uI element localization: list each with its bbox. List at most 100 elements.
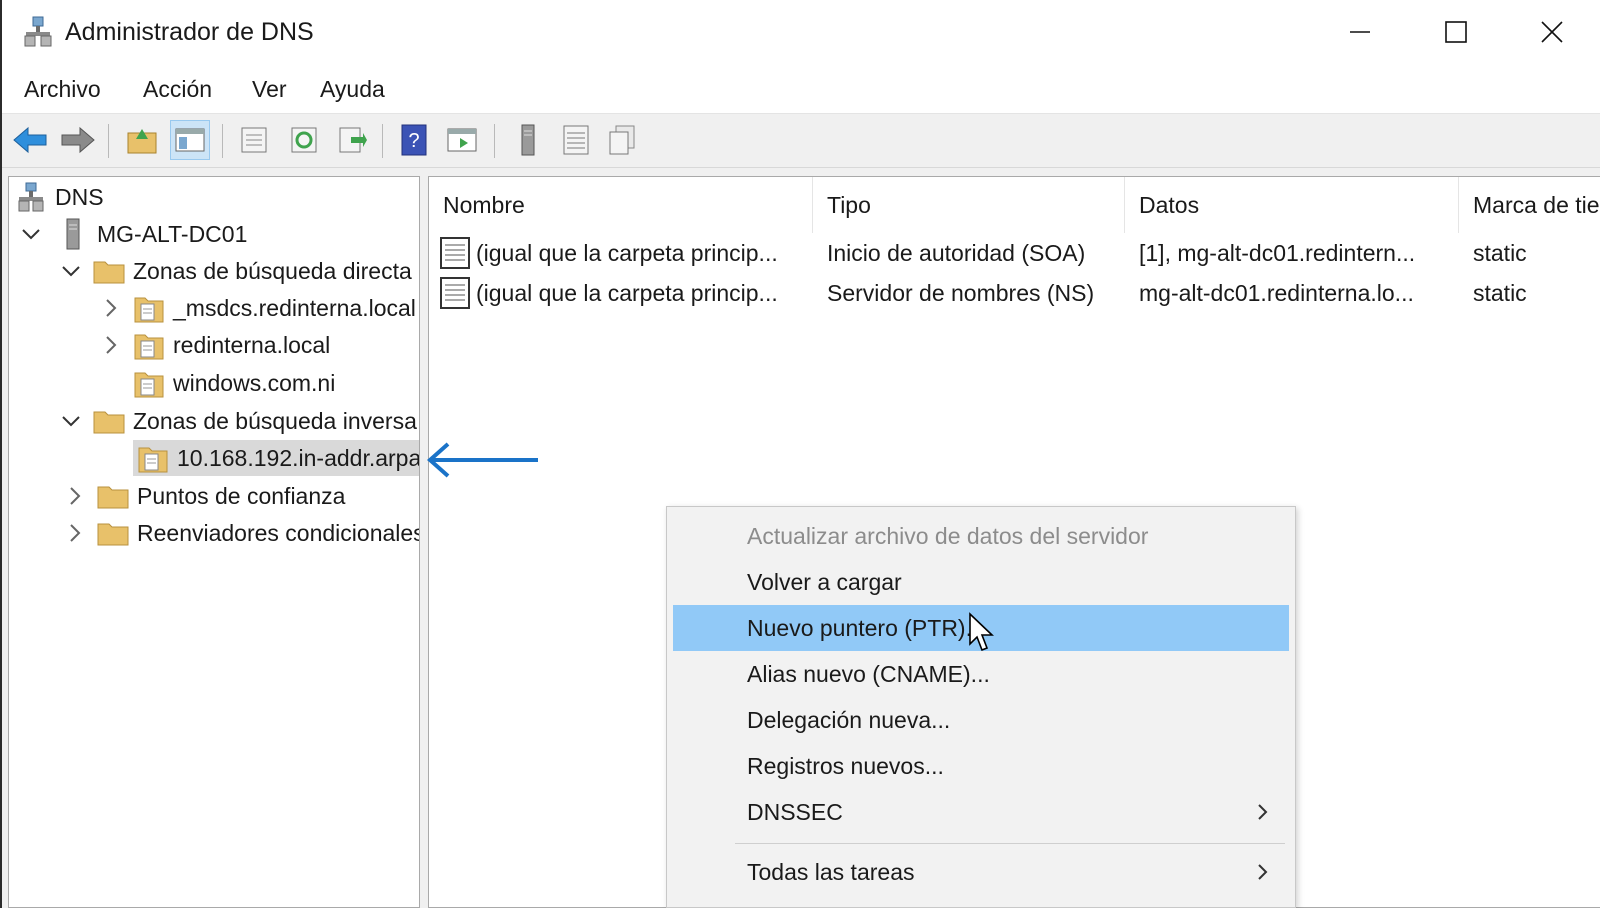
window-title: Administrador de DNS	[65, 18, 314, 46]
tree-item-label: _msdcs.redinterna.local	[173, 294, 416, 321]
tree-item-zone-redinterna[interactable]: redinterna.local	[99, 327, 330, 363]
console-tree: DNS MG-ALT-DC01 Zonas de búsqueda direct…	[8, 176, 420, 908]
toolbar-separator	[382, 124, 383, 158]
menu-item-reload[interactable]: Volver a cargar	[673, 559, 1289, 605]
show-hide-console-tree-button[interactable]	[170, 120, 210, 160]
toolbar-separator	[108, 124, 109, 158]
chevron-right-icon	[1258, 864, 1268, 880]
server-button[interactable]	[508, 120, 548, 160]
back-arrow-icon	[13, 126, 47, 154]
menu-item-label: Volver a cargar	[747, 568, 902, 595]
table-row[interactable]: (igual que la carpeta princip... Inicio …	[429, 233, 1600, 273]
cell-marca: static	[1473, 279, 1527, 306]
tree-item-zone-msdcs[interactable]: _msdcs.redinterna.local	[99, 290, 416, 326]
cell-tipo: Servidor de nombres (NS)	[827, 279, 1095, 306]
menu-accion[interactable]: Acción	[143, 76, 212, 103]
zone-file-icon	[133, 367, 165, 399]
column-header-tipo[interactable]: Tipo	[813, 177, 1125, 233]
menu-item-label: Actualizar archivo de datos del servidor	[747, 522, 1149, 549]
tree-item-reverse-zones[interactable]: Zonas de búsqueda inversa	[59, 403, 417, 439]
tree-item-label: windows.com.ni	[173, 369, 336, 396]
menu-archivo[interactable]: Archivo	[24, 76, 101, 103]
folder-icon	[93, 255, 125, 287]
tree-item-trust-points[interactable]: Puntos de confianza	[63, 478, 345, 514]
column-header-nombre[interactable]: Nombre	[429, 177, 813, 233]
copy-icon	[609, 125, 635, 155]
help-button[interactable]: ?	[394, 120, 434, 160]
action-pane-icon	[447, 128, 477, 152]
back-button[interactable]	[10, 120, 50, 160]
menu-ayuda[interactable]: Ayuda	[320, 76, 385, 103]
chevron-down-icon[interactable]	[59, 259, 83, 283]
properties-button[interactable]	[234, 120, 274, 160]
maximize-icon	[1445, 21, 1467, 43]
menu-item-label: Registros nuevos...	[747, 752, 944, 779]
cell-datos: mg-alt-dc01.redinterna.lo...	[1139, 279, 1414, 306]
forward-arrow-icon	[61, 126, 95, 154]
forward-button[interactable]	[58, 120, 98, 160]
refresh-icon	[291, 127, 317, 153]
copy-button[interactable]	[602, 120, 642, 160]
menu-item-label: Alias nuevo (CNAME)...	[747, 660, 990, 687]
tree-item-label: redinterna.local	[173, 331, 331, 358]
up-one-level-button[interactable]	[122, 120, 162, 160]
maximize-button[interactable]	[1408, 0, 1504, 64]
minimize-icon	[1350, 31, 1370, 33]
menu-item-dnssec[interactable]: DNSSEC	[673, 789, 1289, 835]
column-header-marca[interactable]: Marca de tiempo	[1459, 177, 1600, 233]
chevron-right-icon[interactable]	[99, 333, 123, 357]
chevron-right-icon[interactable]	[63, 484, 87, 508]
dns-icon	[15, 181, 47, 213]
tree-item-forward-zones[interactable]: Zonas de búsqueda directa	[59, 253, 412, 289]
tree-item-conditional-forwarders[interactable]: Reenviadores condicionales	[63, 515, 419, 551]
menu-bar: Archivo Acción Ver Ayuda	[2, 64, 1600, 114]
close-button[interactable]	[1504, 0, 1600, 64]
tree-item-label: Puntos de confianza	[137, 482, 346, 509]
tree-item-server[interactable]: MG-ALT-DC01	[19, 216, 247, 252]
tree-item-label: Zonas de búsqueda inversa	[133, 407, 417, 434]
mouse-cursor-icon	[968, 612, 996, 654]
menu-item-other-new-records[interactable]: Registros nuevos...	[673, 743, 1289, 789]
show-hide-tree-icon	[175, 128, 205, 152]
tree-item-dns[interactable]: DNS	[15, 179, 104, 215]
refresh-button[interactable]	[284, 120, 324, 160]
tree-item-zone-reverse-selected[interactable]: 10.168.192.in-addr.arpa	[133, 440, 420, 476]
column-header-datos[interactable]: Datos	[1125, 177, 1459, 233]
close-icon	[1541, 21, 1563, 43]
show-action-pane-button[interactable]	[442, 120, 482, 160]
chevron-right-icon[interactable]	[99, 296, 123, 320]
chevron-down-icon[interactable]	[59, 409, 83, 433]
zone-file-icon	[133, 292, 165, 324]
toolbar-separator	[494, 124, 495, 158]
menu-item-update-server-data-file[interactable]: Actualizar archivo de datos del servidor	[673, 513, 1289, 559]
menu-item-label: Todas las tareas	[747, 858, 915, 885]
list-icon	[563, 125, 589, 155]
up-folder-icon	[127, 129, 157, 154]
zone-file-icon	[133, 329, 165, 361]
tree-item-label: 10.168.192.in-addr.arpa	[177, 444, 420, 471]
context-menu: Actualizar archivo de datos del servidor…	[666, 506, 1296, 908]
dns-manager-window: Administrador de DNS Archivo Acción Ver …	[0, 0, 1600, 908]
export-list-button[interactable]	[332, 120, 372, 160]
dns-app-icon	[24, 16, 52, 48]
cell-marca: static	[1473, 239, 1527, 266]
table-row[interactable]: (igual que la carpeta princip... Servido…	[429, 273, 1600, 313]
menu-item-new-alias-cname[interactable]: Alias nuevo (CNAME)...	[673, 651, 1289, 697]
tree-item-zone-windows[interactable]: windows.com.ni	[133, 365, 335, 401]
server-icon	[521, 124, 535, 156]
annotation-arrow-icon	[424, 440, 544, 480]
chevron-down-icon[interactable]	[19, 222, 43, 246]
menu-ver[interactable]: Ver	[252, 76, 287, 103]
title-bar: Administrador de DNS	[2, 0, 1600, 64]
folder-icon	[97, 480, 129, 512]
folder-icon	[97, 517, 129, 549]
list-view-button[interactable]	[556, 120, 596, 160]
minimize-button[interactable]	[1312, 0, 1408, 64]
chevron-right-icon[interactable]	[63, 521, 87, 545]
pane-splitter[interactable]	[420, 176, 428, 908]
record-icon	[439, 273, 471, 313]
chevron-right-icon	[1258, 804, 1268, 820]
menu-item-new-delegation[interactable]: Delegación nueva...	[673, 697, 1289, 743]
menu-item-all-tasks[interactable]: Todas las tareas	[673, 849, 1289, 895]
cell-datos: [1], mg-alt-dc01.redintern...	[1139, 239, 1416, 266]
